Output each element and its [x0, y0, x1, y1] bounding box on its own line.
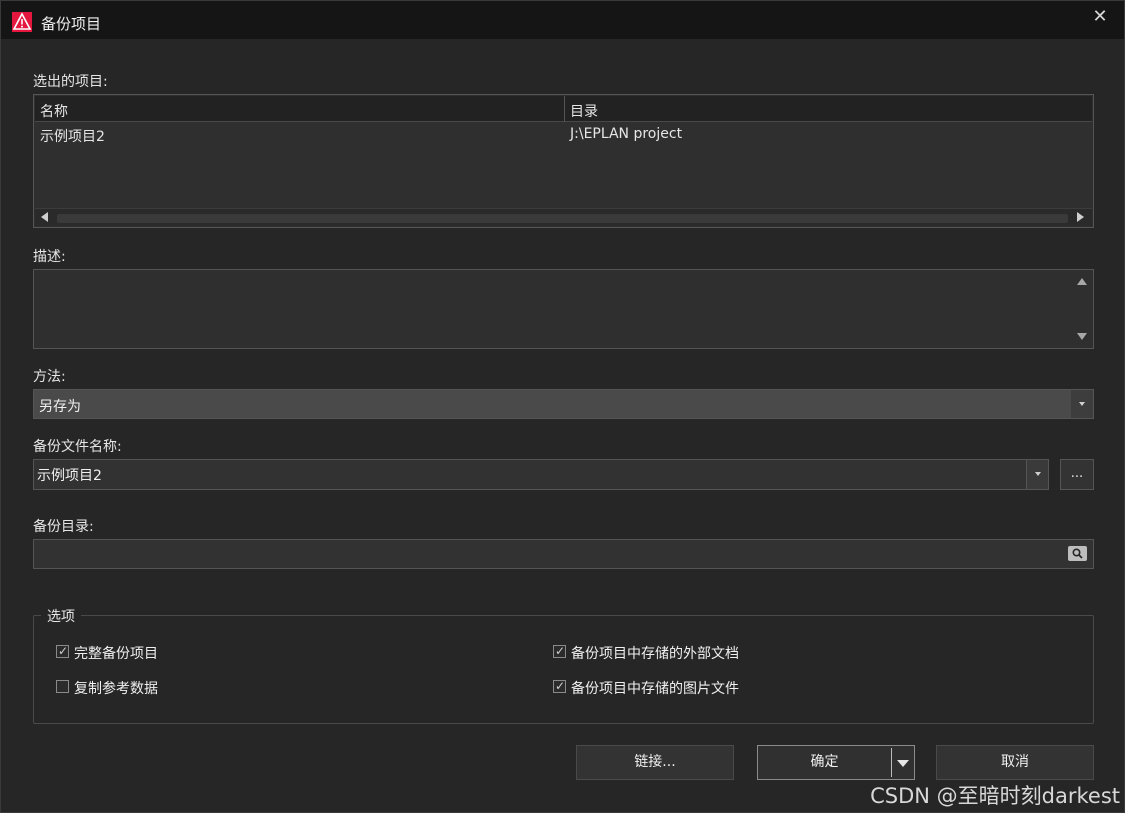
checkbox-copy-reference-data[interactable] [56, 680, 69, 693]
column-header-directory[interactable]: 目录 [570, 101, 598, 121]
selected-projects-label: 选出的项目: [33, 74, 108, 90]
browse-directory-button[interactable] [1068, 546, 1087, 561]
close-icon[interactable]: ✕ [1092, 6, 1107, 27]
backup-file-name-combobox[interactable]: 示例项目2 [33, 459, 1049, 490]
watermark-text: CSDN @至暗时刻darkest [870, 784, 1120, 808]
ok-split-button[interactable]: 确定 [757, 745, 915, 780]
backup-directory-label: 备份目录: [33, 519, 94, 535]
cancel-button[interactable]: 取消 [936, 745, 1094, 780]
backup-file-name-label: 备份文件名称: [33, 439, 122, 455]
project-name-cell: 示例项目2 [40, 129, 105, 145]
ok-dropdown-button[interactable] [892, 746, 914, 779]
browse-button[interactable]: ... [1060, 459, 1094, 490]
chevron-down-icon [1079, 402, 1085, 406]
description-textarea[interactable] [33, 269, 1094, 349]
checkbox-external-documents[interactable]: ✓ [553, 644, 566, 658]
options-group [33, 615, 1094, 724]
scroll-right-icon[interactable] [1077, 212, 1084, 222]
close-button[interactable]: ✕ [1088, 6, 1112, 28]
checkbox-image-files-label[interactable]: 备份项目中存储的图片文件 [571, 678, 739, 698]
scroll-down-icon[interactable] [1077, 333, 1087, 340]
horizontal-scrollbar[interactable] [35, 208, 1092, 226]
checkbox-external-documents-label[interactable]: 备份项目中存储的外部文档 [571, 643, 739, 663]
chevron-down-icon [1035, 472, 1041, 476]
checkbox-image-files[interactable]: ✓ [553, 679, 566, 693]
scroll-left-icon[interactable] [41, 212, 48, 222]
scroll-up-icon[interactable] [1077, 278, 1087, 285]
table-row[interactable]: 示例项目2 J:\EPLAN project [35, 123, 1092, 147]
title-bar: 备份项目 ✕ [1, 1, 1124, 39]
checkbox-full-backup-label[interactable]: 完整备份项目 [74, 643, 158, 663]
options-group-title: 选项 [41, 606, 81, 626]
column-separator[interactable] [564, 96, 565, 122]
method-dropdown-button[interactable] [1071, 390, 1093, 418]
list-header: 名称 目录 [35, 96, 1092, 122]
chevron-down-icon [897, 760, 909, 767]
method-label: 方法: [33, 369, 66, 385]
column-header-name[interactable]: 名称 [40, 101, 68, 121]
backup-file-name-value: 示例项目2 [37, 468, 102, 484]
backup-project-dialog: 备份项目 ✕ 选出的项目: 名称 目录 示例项目2 J:\EPLAN proje… [0, 0, 1125, 813]
method-select[interactable]: 另存为 [33, 389, 1094, 419]
check-icon: ✓ [555, 644, 566, 658]
eplan-logo-icon [12, 12, 32, 32]
backup-directory-input[interactable] [33, 539, 1094, 569]
project-directory-cell: J:\EPLAN project [570, 126, 683, 142]
window-title: 备份项目 [41, 15, 102, 33]
description-label: 描述: [33, 249, 66, 265]
file-name-dropdown-button[interactable] [1026, 460, 1048, 489]
link-button[interactable]: 链接... [576, 745, 734, 780]
checkbox-copy-reference-data-label[interactable]: 复制参考数据 [74, 678, 158, 698]
search-icon [1072, 548, 1083, 559]
method-selected-value: 另存为 [39, 399, 81, 415]
ok-button[interactable]: 确定 [758, 746, 891, 779]
checkbox-full-backup[interactable]: ✓ [56, 644, 69, 658]
scrollbar-thumb[interactable] [57, 214, 1068, 223]
check-icon: ✓ [555, 679, 566, 693]
selected-projects-list[interactable]: 名称 目录 示例项目2 J:\EPLAN project [33, 94, 1094, 228]
check-icon: ✓ [58, 644, 69, 658]
